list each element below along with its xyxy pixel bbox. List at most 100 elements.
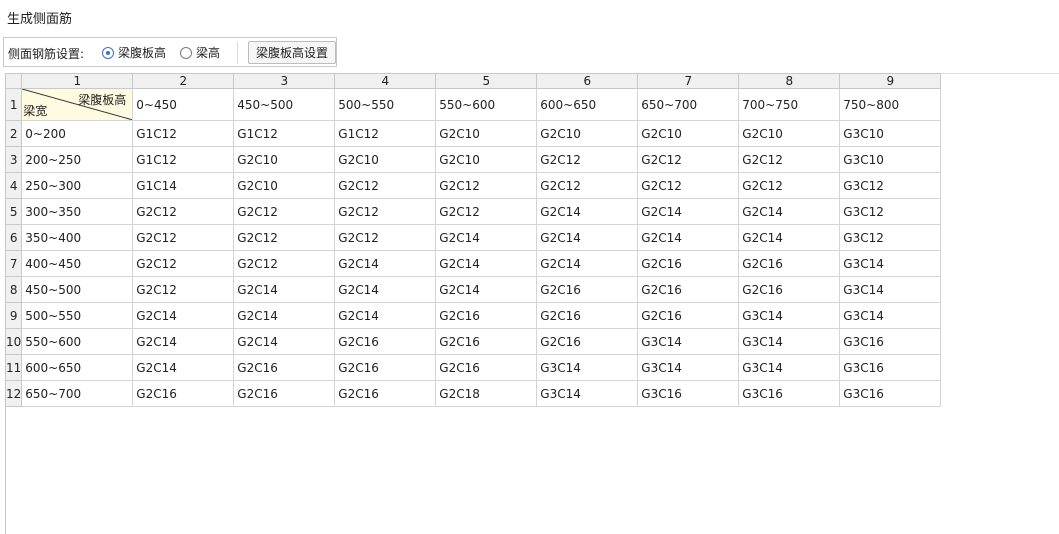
rebar-spec-cell[interactable]: G2C12 [132, 276, 235, 303]
rebar-spec-cell[interactable]: G2C14 [233, 276, 336, 303]
rebar-spec-cell[interactable]: G2C10 [233, 172, 336, 199]
rebar-spec-cell[interactable]: G2C10 [233, 146, 336, 173]
row-header[interactable]: 4 [4, 172, 23, 199]
rebar-spec-cell[interactable]: G2C14 [637, 224, 740, 251]
rebar-spec-cell[interactable]: G3C14 [637, 354, 740, 381]
rebar-spec-cell[interactable]: G3C14 [839, 276, 942, 303]
rebar-spec-cell[interactable]: G2C12 [435, 172, 538, 199]
row-header[interactable]: 11 [4, 354, 23, 381]
web-height-range-cell[interactable]: 550~600 [435, 88, 538, 121]
row-header[interactable]: 3 [4, 146, 23, 173]
rebar-spec-cell[interactable]: G2C16 [637, 250, 740, 277]
rebar-spec-cell[interactable]: G3C14 [536, 380, 639, 407]
rebar-spec-cell[interactable]: G2C12 [536, 172, 639, 199]
rebar-spec-cell[interactable]: G2C12 [233, 250, 336, 277]
rebar-spec-cell[interactable]: G2C16 [233, 380, 336, 407]
rebar-spec-cell[interactable]: G1C12 [132, 120, 235, 147]
rebar-spec-cell[interactable]: G2C14 [738, 224, 841, 251]
beam-width-range-cell[interactable]: 500~550 [21, 302, 134, 329]
web-height-range-cell[interactable]: 750~800 [839, 88, 942, 121]
rebar-spec-cell[interactable]: G2C16 [637, 302, 740, 329]
rebar-spec-cell[interactable]: G2C12 [334, 224, 437, 251]
rebar-spec-cell[interactable]: G2C10 [435, 120, 538, 147]
rebar-spec-cell[interactable]: G2C12 [435, 198, 538, 225]
rebar-spec-cell[interactable]: G3C14 [738, 328, 841, 355]
rebar-spec-cell[interactable]: G1C14 [132, 172, 235, 199]
row-header[interactable]: 1 [4, 88, 23, 121]
rebar-spec-cell[interactable]: G1C12 [132, 146, 235, 173]
column-header[interactable]: 3 [233, 73, 336, 89]
beam-width-range-cell[interactable]: 400~450 [21, 250, 134, 277]
rebar-spec-cell[interactable]: G2C12 [536, 146, 639, 173]
rebar-spec-cell[interactable]: G2C10 [637, 120, 740, 147]
web-height-range-cell[interactable]: 600~650 [536, 88, 639, 121]
rebar-spec-cell[interactable]: G2C12 [738, 172, 841, 199]
rebar-spec-cell[interactable]: G2C16 [536, 302, 639, 329]
column-header[interactable]: 4 [334, 73, 437, 89]
rebar-spec-cell[interactable]: G2C16 [132, 380, 235, 407]
rebar-spec-cell[interactable]: G2C18 [435, 380, 538, 407]
rebar-spec-cell[interactable]: G2C14 [334, 302, 437, 329]
column-header[interactable]: 2 [132, 73, 235, 89]
rebar-spec-cell[interactable]: G3C10 [839, 146, 942, 173]
beam-width-range-cell[interactable]: 0~200 [21, 120, 134, 147]
rebar-spec-cell[interactable]: G2C16 [435, 302, 538, 329]
rebar-spec-cell[interactable]: G2C16 [435, 328, 538, 355]
rebar-spec-cell[interactable]: G3C14 [839, 250, 942, 277]
row-header[interactable]: 9 [4, 302, 23, 329]
rebar-spec-cell[interactable]: G2C16 [536, 276, 639, 303]
rebar-spec-cell[interactable]: G3C12 [839, 198, 942, 225]
rebar-spec-cell[interactable]: G2C12 [637, 146, 740, 173]
rebar-spec-cell[interactable]: G3C10 [839, 120, 942, 147]
rebar-spec-cell[interactable]: G2C10 [738, 120, 841, 147]
rebar-spec-cell[interactable]: G2C16 [738, 276, 841, 303]
row-header[interactable]: 10 [4, 328, 23, 355]
rebar-spec-cell[interactable]: G2C14 [334, 250, 437, 277]
row-header[interactable]: 12 [4, 380, 23, 407]
beam-width-range-cell[interactable]: 300~350 [21, 198, 134, 225]
rebar-spec-cell[interactable]: G2C12 [334, 172, 437, 199]
rebar-spec-cell[interactable]: G2C16 [738, 250, 841, 277]
row-header[interactable]: 5 [4, 198, 23, 225]
rebar-spec-cell[interactable]: G2C14 [132, 354, 235, 381]
rebar-spec-cell[interactable]: G2C14 [435, 276, 538, 303]
column-header[interactable]: 1 [21, 73, 134, 89]
rebar-spec-cell[interactable]: G2C16 [233, 354, 336, 381]
beam-width-range-cell[interactable]: 450~500 [21, 276, 134, 303]
rebar-spec-cell[interactable]: G2C14 [233, 328, 336, 355]
column-header[interactable]: 5 [435, 73, 538, 89]
rebar-spec-cell[interactable]: G2C12 [334, 198, 437, 225]
row-header[interactable]: 2 [4, 120, 23, 147]
rebar-spec-cell[interactable]: G2C16 [334, 380, 437, 407]
radio-unchecked-icon[interactable] [180, 46, 192, 59]
rebar-spec-cell[interactable]: G2C12 [233, 224, 336, 251]
rebar-spec-cell[interactable]: G3C16 [738, 380, 841, 407]
column-header[interactable]: 9 [839, 73, 942, 89]
diagonal-header-cell[interactable]: 梁腹板高 梁宽 [21, 88, 134, 121]
rebar-spec-cell[interactable]: G3C16 [637, 380, 740, 407]
rebar-spec-cell[interactable]: G2C14 [637, 198, 740, 225]
rebar-spec-cell[interactable]: G3C14 [839, 302, 942, 329]
web-height-range-cell[interactable]: 0~450 [132, 88, 235, 121]
rebar-spec-cell[interactable]: G2C14 [536, 250, 639, 277]
rebar-spec-cell[interactable]: G2C10 [334, 146, 437, 173]
rebar-spec-cell[interactable]: G2C16 [536, 328, 639, 355]
column-header[interactable]: 6 [536, 73, 639, 89]
web-height-range-cell[interactable]: 650~700 [637, 88, 740, 121]
web-height-settings-button[interactable]: 梁腹板高设置 [248, 41, 336, 64]
beam-width-range-cell[interactable]: 550~600 [21, 328, 134, 355]
row-header[interactable]: 8 [4, 276, 23, 303]
radio-checked-icon[interactable] [102, 46, 114, 59]
rebar-spec-cell[interactable]: G3C14 [738, 302, 841, 329]
beam-width-range-cell[interactable]: 350~400 [21, 224, 134, 251]
rebar-spec-cell[interactable]: G2C10 [536, 120, 639, 147]
radio-beam-height[interactable]: 梁高 [180, 44, 220, 61]
rebar-spec-cell[interactable]: G2C14 [536, 224, 639, 251]
rebar-spec-cell[interactable]: G2C14 [334, 276, 437, 303]
beam-width-range-cell[interactable]: 650~700 [21, 380, 134, 407]
rebar-spec-cell[interactable]: G2C14 [435, 250, 538, 277]
rebar-spec-cell[interactable]: G2C16 [435, 354, 538, 381]
beam-width-range-cell[interactable]: 250~300 [21, 172, 134, 199]
row-header[interactable]: 6 [4, 224, 23, 251]
rebar-spec-cell[interactable]: G2C14 [536, 198, 639, 225]
